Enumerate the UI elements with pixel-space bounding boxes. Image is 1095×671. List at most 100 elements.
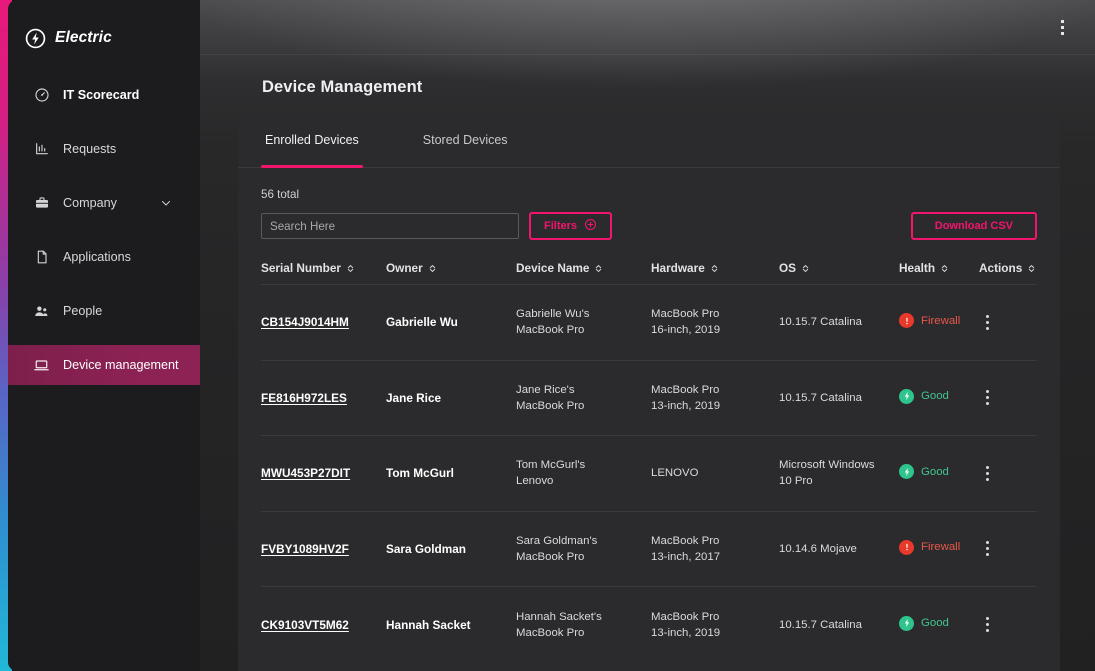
device-owner: Jane Rice bbox=[386, 391, 441, 405]
brand-logo[interactable]: Electric bbox=[8, 0, 200, 58]
chevron-down-icon[interactable] bbox=[160, 197, 172, 209]
kebab-dot bbox=[986, 629, 989, 632]
hardware-line1: MacBook Pro bbox=[651, 382, 779, 398]
sidebar: Electric IT Scorecard bbox=[8, 0, 200, 671]
device-os: 10.15.7 Catalina bbox=[779, 617, 899, 633]
device-hardware: MacBook Pro13-inch, 2019 bbox=[651, 382, 779, 414]
hardware-line2: 13-inch, 2019 bbox=[651, 398, 779, 414]
device-owner: Tom McGurl bbox=[386, 466, 454, 480]
kebab-dot bbox=[986, 402, 989, 405]
status-badge: Good bbox=[899, 464, 949, 479]
download-csv-button[interactable]: Download CSV bbox=[911, 212, 1037, 240]
gauge-icon bbox=[33, 87, 50, 104]
kebab-dot bbox=[986, 547, 989, 550]
device-name: Jane Rice'sMacBook Pro bbox=[516, 382, 651, 414]
sort-chevrons-icon bbox=[801, 264, 810, 273]
device-serial-link[interactable]: MWU453P27DIT bbox=[261, 466, 350, 480]
device-name-line2: MacBook Pro bbox=[516, 322, 651, 338]
os-line1: 10.15.7 Catalina bbox=[779, 617, 899, 633]
sidebar-item-applications[interactable]: Applications bbox=[8, 237, 200, 277]
status-label: Good bbox=[921, 466, 949, 478]
device-owner: Sara Goldman bbox=[386, 542, 466, 556]
os-line1: 10.14.6 Mojave bbox=[779, 541, 899, 557]
lightning-bolt-circle-icon bbox=[899, 389, 914, 404]
table-row[interactable]: CK9103VT5M62 Hannah Sacket Hannah Sacket… bbox=[261, 587, 1037, 663]
column-header-hardware[interactable]: Hardware bbox=[651, 261, 719, 275]
column-label: Actions bbox=[979, 261, 1022, 275]
os-line2: 10 Pro bbox=[779, 473, 899, 489]
os-line1: 10.15.7 Catalina bbox=[779, 390, 899, 406]
device-hardware: MacBook Pro13-inch, 2017 bbox=[651, 533, 779, 565]
status-label: Good bbox=[921, 390, 949, 402]
column-label: Owner bbox=[386, 261, 423, 275]
kebab-dot bbox=[986, 315, 989, 318]
device-name-line2: MacBook Pro bbox=[516, 398, 651, 414]
search-input[interactable] bbox=[261, 213, 519, 239]
download-csv-label: Download CSV bbox=[935, 220, 1013, 232]
kebab-dot bbox=[986, 472, 989, 475]
column-header-serial-number[interactable]: Serial Number bbox=[261, 261, 355, 275]
hardware-line1: MacBook Pro bbox=[651, 306, 779, 322]
sidebar-item-requests[interactable]: Requests bbox=[8, 129, 200, 169]
kebab-dot bbox=[986, 541, 989, 544]
row-menu-icon[interactable] bbox=[979, 617, 995, 632]
status-label: Firewall bbox=[921, 315, 960, 327]
row-menu-icon[interactable] bbox=[979, 466, 995, 481]
sidebar-item-label: Device management bbox=[63, 358, 179, 372]
row-menu-icon[interactable] bbox=[979, 390, 995, 405]
device-name-line1: Tom McGurl's bbox=[516, 457, 651, 473]
hardware-line2: 13-inch, 2017 bbox=[651, 549, 779, 565]
tab-enrolled-devices[interactable]: Enrolled Devices bbox=[261, 114, 363, 167]
sort-chevrons-icon bbox=[940, 264, 949, 273]
device-name-line1: Gabrielle Wu's bbox=[516, 306, 651, 322]
status-badge: Good bbox=[899, 389, 949, 404]
column-header-health[interactable]: Health bbox=[899, 261, 949, 275]
table-row[interactable]: FVBY1089HV2F Sara Goldman Sara Goldman's… bbox=[261, 512, 1037, 588]
people-icon bbox=[33, 303, 50, 320]
device-os: 10.15.7 Catalina bbox=[779, 390, 899, 406]
kebab-dot bbox=[986, 553, 989, 556]
column-label: OS bbox=[779, 261, 796, 275]
device-serial-link[interactable]: CB154J9014HM bbox=[261, 315, 349, 329]
device-serial-link[interactable]: FE816H972LES bbox=[261, 391, 347, 405]
sidebar-item-label: Applications bbox=[63, 250, 131, 264]
row-menu-icon[interactable] bbox=[979, 315, 995, 330]
table-header-row: Serial Number Owner Device Name Hardware… bbox=[261, 259, 1037, 285]
table-row[interactable]: FE816H972LES Jane Rice Jane Rice'sMacBoo… bbox=[261, 361, 1037, 437]
table-row[interactable]: MWU453P27DIT Tom McGurl Tom McGurl'sLeno… bbox=[261, 436, 1037, 512]
column-label: Device Name bbox=[516, 261, 589, 275]
sidebar-item-device-management[interactable]: Device management bbox=[8, 345, 200, 385]
kebab-menu-icon[interactable] bbox=[1053, 18, 1071, 36]
sidebar-item-company[interactable]: Company bbox=[8, 183, 200, 223]
column-label: Hardware bbox=[651, 261, 705, 275]
kebab-dot bbox=[986, 321, 989, 324]
sidebar-item-people[interactable]: People bbox=[8, 291, 200, 331]
column-header-owner[interactable]: Owner bbox=[386, 261, 437, 275]
kebab-dot bbox=[986, 478, 989, 481]
column-header-device-name[interactable]: Device Name bbox=[516, 261, 603, 275]
kebab-dot bbox=[986, 466, 989, 469]
sort-chevrons-icon bbox=[710, 264, 719, 273]
column-header-os[interactable]: OS bbox=[779, 261, 810, 275]
device-serial-link[interactable]: FVBY1089HV2F bbox=[261, 542, 349, 556]
sort-chevrons-icon bbox=[346, 264, 355, 273]
filters-button[interactable]: Filters bbox=[529, 212, 612, 240]
tab-label: Stored Devices bbox=[423, 133, 508, 147]
device-serial-link[interactable]: CK9103VT5M62 bbox=[261, 618, 349, 632]
device-name-line1: Jane Rice's bbox=[516, 382, 651, 398]
lightning-bolt-circle-icon bbox=[899, 616, 914, 631]
sidebar-item-it-scorecard[interactable]: IT Scorecard bbox=[8, 75, 200, 115]
kebab-dot bbox=[1061, 26, 1064, 29]
column-header-actions[interactable]: Actions bbox=[979, 261, 1036, 275]
row-menu-icon[interactable] bbox=[979, 541, 995, 556]
device-name: Sara Goldman'sMacBook Pro bbox=[516, 533, 651, 565]
bar-chart-icon bbox=[33, 141, 50, 158]
device-hardware: MacBook Pro13-inch, 2019 bbox=[651, 609, 779, 641]
table-row[interactable]: CB154J9014HM Gabrielle Wu Gabrielle Wu's… bbox=[261, 285, 1037, 361]
toolbar-controls: Filters Download CSV bbox=[261, 212, 1037, 240]
devices-table: Serial Number Owner Device Name Hardware… bbox=[238, 259, 1060, 663]
device-hardware: MacBook Pro16-inch, 2019 bbox=[651, 306, 779, 338]
tab-stored-devices[interactable]: Stored Devices bbox=[419, 114, 512, 167]
device-management-app: Electric IT Scorecard bbox=[0, 0, 1095, 671]
kebab-dot bbox=[986, 623, 989, 626]
